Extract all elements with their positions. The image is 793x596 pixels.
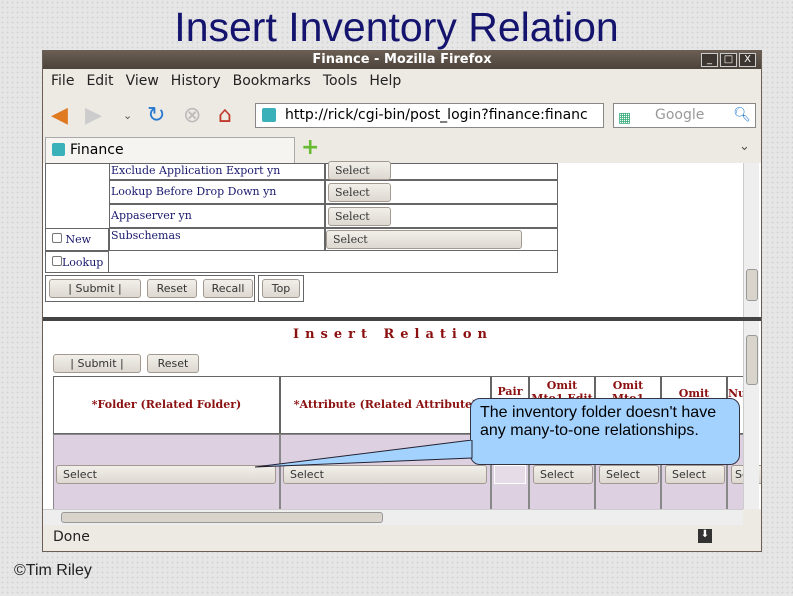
field-cell: Select xyxy=(325,161,558,180)
pair-input[interactable] xyxy=(494,465,526,484)
forward-icon[interactable]: ▶ xyxy=(85,103,102,128)
callout-pointer xyxy=(254,440,473,468)
appaserver-select[interactable]: Select xyxy=(328,207,391,226)
section-heading: Insert Relation xyxy=(292,327,493,342)
field-label: Lookup Before Drop Down yn xyxy=(109,180,325,204)
h-scroll-thumb[interactable] xyxy=(61,512,383,523)
field-label: Subschemas xyxy=(109,228,325,251)
lookup-checkbox-cell: Lookup xyxy=(45,251,109,273)
omit-select[interactable]: Select xyxy=(665,465,725,484)
url-bar[interactable]: http://rick/cgi-bin/post_login?finance:f… xyxy=(255,103,604,128)
new-checkbox[interactable] xyxy=(52,233,62,243)
insert-reset-button[interactable]: Reset xyxy=(147,354,199,373)
menu-bookmarks[interactable]: Bookmarks xyxy=(233,73,311,89)
tab-label: Finance xyxy=(70,142,124,158)
reset-button[interactable]: Reset xyxy=(147,279,197,298)
window-titlebar: Finance - Mozilla Firefox xyxy=(43,51,761,69)
omit-mto1-select[interactable]: Select xyxy=(599,465,659,484)
menu-file[interactable]: File xyxy=(51,73,74,89)
top-button[interactable]: Top xyxy=(262,279,300,298)
col-attribute: *Attribute (Related Attribute) xyxy=(280,376,491,434)
browser-window: Finance - Mozilla Firefox _ □ X File Edit… xyxy=(42,50,762,552)
recall-button[interactable]: Recall xyxy=(203,279,253,298)
url-text: http://rick/cgi-bin/post_login?finance:f… xyxy=(285,107,588,123)
callout-annotation: The inventory folder doesn't have any ma… xyxy=(470,398,740,465)
menu-bar: File Edit View History Bookmarks Tools Help xyxy=(51,73,413,89)
menu-view[interactable]: View xyxy=(126,73,159,89)
field-cell: Select xyxy=(325,228,558,251)
lookup-label: Lookup xyxy=(62,256,104,269)
exclude-export-select[interactable]: Select xyxy=(328,161,391,180)
scroll-thumb[interactable] xyxy=(746,269,758,301)
tab-list-icon[interactable]: ⌄ xyxy=(739,139,750,154)
slide-footer: ©Tim Riley xyxy=(14,562,92,579)
minimize-button[interactable]: _ xyxy=(701,53,718,67)
maximize-button[interactable]: □ xyxy=(720,53,737,67)
lower-scrollbar[interactable] xyxy=(743,321,759,509)
magnifier-icon[interactable]: 🔍︎ xyxy=(733,104,751,127)
insert-submit-button[interactable]: | Submit | xyxy=(53,354,141,373)
field-cell: Select xyxy=(325,204,558,228)
field-cell: Select xyxy=(325,180,558,204)
tab-favicon xyxy=(52,143,65,156)
google-icon: ▦ xyxy=(618,110,632,126)
tab-finance[interactable]: Finance xyxy=(45,137,295,163)
menu-edit[interactable]: Edit xyxy=(86,73,113,89)
menu-tools[interactable]: Tools xyxy=(323,73,358,89)
folder-cell: Select xyxy=(53,434,280,509)
omit-edit-select[interactable]: Select xyxy=(533,465,593,484)
submit-button[interactable]: | Submit | xyxy=(49,279,141,298)
stop-icon[interactable]: ⊗ xyxy=(183,103,201,128)
horizontal-scrollbar[interactable] xyxy=(43,509,743,525)
search-placeholder: Google xyxy=(655,107,705,123)
site-favicon xyxy=(262,108,276,122)
menu-help[interactable]: Help xyxy=(369,73,401,89)
new-label: New xyxy=(65,233,92,246)
new-tab-icon[interactable]: + xyxy=(301,135,319,160)
menu-history[interactable]: History xyxy=(171,73,221,89)
history-dropdown-icon[interactable]: ⌄ xyxy=(123,109,132,122)
new-checkbox-cell: New xyxy=(45,228,109,251)
scroll-thumb[interactable] xyxy=(746,335,758,385)
back-icon[interactable]: ◀ xyxy=(51,103,68,128)
download-icon[interactable]: ⬇ xyxy=(698,529,712,543)
upper-frame: Exclude Application Export yn Select Loo… xyxy=(43,161,761,317)
search-box[interactable]: ▦ Google 🔍︎ xyxy=(613,103,756,128)
close-button[interactable]: X xyxy=(739,53,756,67)
col-folder: *Folder (Related Folder) xyxy=(53,376,280,434)
status-text: Done xyxy=(53,529,90,545)
upper-scrollbar[interactable] xyxy=(743,163,759,317)
subschemas-select[interactable]: Select xyxy=(326,230,522,249)
reload-icon[interactable]: ↻ xyxy=(147,103,165,128)
field-label: Exclude Application Export yn xyxy=(109,163,325,180)
slide-title: Insert Inventory Relation xyxy=(174,4,619,50)
folder-select[interactable]: Select xyxy=(56,465,276,484)
lookup-checkbox[interactable] xyxy=(52,256,62,266)
home-icon[interactable]: ⌂ xyxy=(218,103,232,128)
field-label: Appaserver yn xyxy=(109,204,325,228)
lookup-before-select[interactable]: Select xyxy=(328,183,391,202)
